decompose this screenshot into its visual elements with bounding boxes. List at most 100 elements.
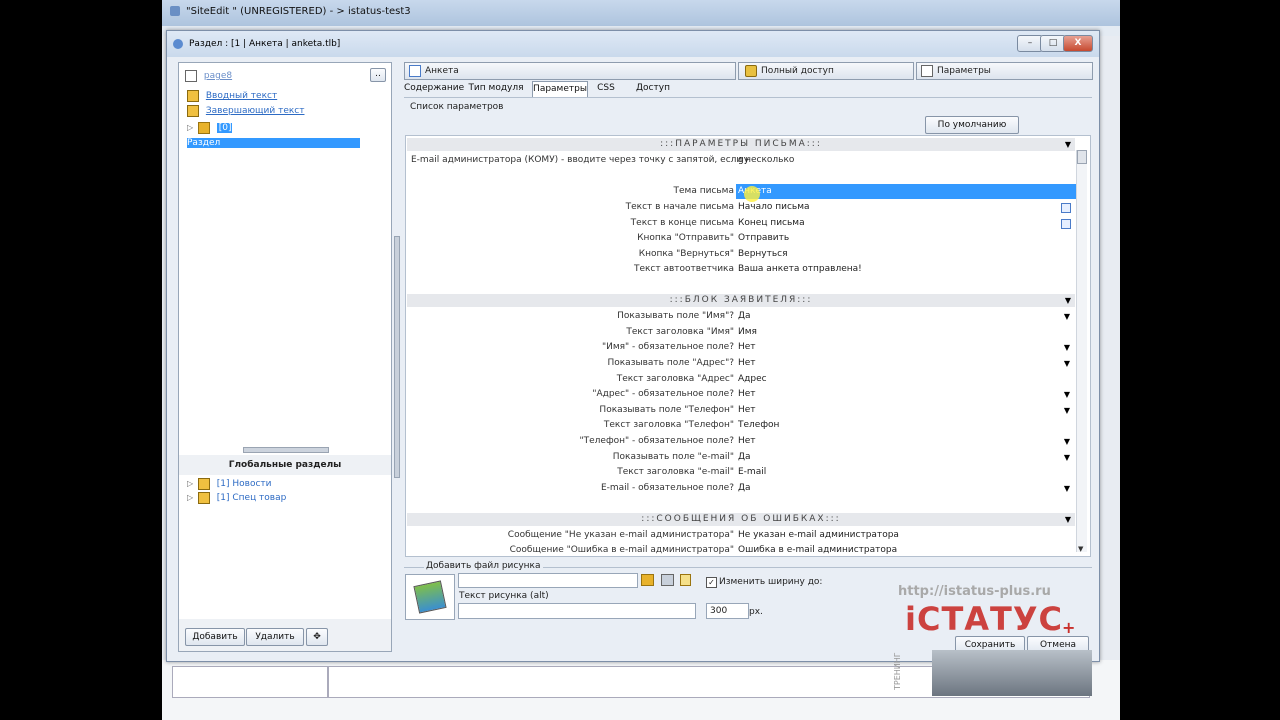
delete-button[interactable]: Удалить bbox=[246, 628, 304, 646]
dropdown-arrow-icon[interactable]: ▼ bbox=[1064, 309, 1070, 324]
param-value[interactable]: Анкета bbox=[736, 184, 1076, 199]
param-value[interactable]: Да bbox=[736, 481, 1076, 496]
tree-item-intro[interactable]: Вводный текст bbox=[187, 89, 277, 104]
param-value[interactable]: Вернуться bbox=[736, 247, 1076, 262]
param-value[interactable]: Конец письма bbox=[736, 216, 1076, 231]
collapse-icon[interactable]: ▼ bbox=[1065, 294, 1071, 307]
add-button[interactable]: Добавить bbox=[185, 628, 245, 646]
param-value[interactable]: E-mail bbox=[736, 465, 1076, 480]
dropdown-arrow-icon[interactable]: ▼ bbox=[1064, 387, 1070, 402]
param-value[interactable]: Нет bbox=[736, 356, 1076, 371]
grid-scrollbar-thumb[interactable] bbox=[1077, 150, 1087, 164]
tab-anketa[interactable]: Анкета bbox=[404, 62, 736, 80]
alt-text-input[interactable] bbox=[458, 603, 696, 619]
param-row[interactable]: Показывать поле "Адрес"? Нет ▼ bbox=[406, 356, 1074, 371]
dropdown-arrow-icon[interactable]: ▼ bbox=[1064, 434, 1070, 449]
param-value[interactable]: Да bbox=[736, 309, 1076, 324]
param-value[interactable]: Имя bbox=[736, 325, 1076, 340]
section-header-applicant[interactable]: :::БЛОК ЗАЯВИТЕЛЯ::: ▼ bbox=[407, 294, 1075, 307]
expand-arrow-icon[interactable]: ▷ bbox=[187, 476, 195, 491]
picture-preview[interactable] bbox=[405, 574, 455, 620]
param-label: "Имя" - обязательное поле? bbox=[601, 342, 734, 352]
param-value[interactable]: Нет bbox=[736, 434, 1076, 449]
param-value[interactable]: Нет bbox=[736, 403, 1076, 418]
param-row-selected[interactable]: Тема письма Анкета bbox=[406, 184, 1076, 199]
resize-checkbox[interactable]: ✓ bbox=[706, 577, 717, 588]
param-row[interactable]: "Имя" - обязательное поле? Нет ▼ bbox=[406, 340, 1074, 355]
default-button[interactable]: По умолчанию bbox=[925, 116, 1019, 134]
collapse-icon[interactable]: ▼ bbox=[1065, 513, 1071, 526]
picture-file-input[interactable] bbox=[458, 573, 638, 588]
global-item-special[interactable]: ▷ [1] Спец товар bbox=[187, 490, 286, 505]
dropdown-arrow-icon[interactable]: ▼ bbox=[1064, 450, 1070, 465]
dropdown-arrow-icon[interactable]: ▼ bbox=[1064, 403, 1070, 418]
param-row[interactable]: Текст заголовка "e-mail" E-mail bbox=[406, 465, 1074, 480]
param-value[interactable]: Нет bbox=[736, 387, 1076, 402]
tab-module-type[interactable]: Тип модуля bbox=[466, 81, 526, 96]
page-link[interactable]: page8 bbox=[204, 71, 232, 81]
image-icon bbox=[413, 580, 447, 614]
param-value[interactable]: Да bbox=[736, 450, 1076, 465]
dropdown-arrow-icon[interactable]: ▼ bbox=[1064, 340, 1070, 355]
tree-item-section[interactable]: ▷ [0] Раздел bbox=[187, 120, 389, 148]
param-row[interactable]: Сообщение "Ошибка в e-mail администратор… bbox=[406, 543, 1076, 556]
edit-text-icon[interactable] bbox=[1061, 219, 1071, 229]
section-header-letter[interactable]: :::ПАРАМЕТРЫ ПИСЬМА::: ▼ bbox=[407, 138, 1075, 151]
expand-arrow-icon[interactable]: ▷ bbox=[187, 490, 195, 505]
close-button[interactable]: X bbox=[1063, 35, 1093, 52]
param-row[interactable]: "Телефон" - обязательное поле? Нет ▼ bbox=[406, 434, 1074, 449]
expand-arrow-icon[interactable]: ▷ bbox=[187, 120, 195, 135]
tab-css[interactable]: CSS bbox=[592, 81, 620, 96]
param-value[interactable]: Начало письма bbox=[736, 200, 1076, 215]
section-header-errors[interactable]: :::СООБЩЕНИЯ ОБ ОШИБКАХ::: ▼ bbox=[407, 513, 1075, 526]
tree-item-label: [0] Раздел bbox=[187, 123, 361, 148]
gallery-icon[interactable] bbox=[661, 574, 674, 586]
param-value[interactable]: Нет bbox=[736, 340, 1076, 355]
grid-scrollbar[interactable] bbox=[1076, 150, 1087, 552]
tab-access[interactable]: Доступ bbox=[630, 81, 676, 96]
edit-text-icon[interactable] bbox=[1061, 203, 1071, 213]
panel-splitter[interactable] bbox=[394, 236, 400, 478]
param-row[interactable]: Текст в конце письма Конец письма bbox=[406, 216, 1074, 231]
scroll-down-icon[interactable]: ▼ bbox=[1078, 545, 1083, 553]
param-row[interactable]: Показывать поле "Имя"? Да ▼ bbox=[406, 309, 1074, 324]
dropdown-arrow-icon[interactable]: ▼ bbox=[1064, 356, 1070, 371]
param-row[interactable]: Кнопка "Отправить" Отправить bbox=[406, 231, 1074, 246]
param-row[interactable]: E-mail - обязательное поле? Да ▼ bbox=[406, 481, 1074, 496]
dropdown-arrow-icon[interactable]: ▼ bbox=[1064, 481, 1070, 496]
param-row[interactable]: Текст заголовка "Адрес" Адрес bbox=[406, 372, 1074, 387]
move-button[interactable]: ✥ bbox=[306, 628, 328, 646]
param-label: Текст автоответчика bbox=[633, 264, 734, 274]
param-row[interactable]: Показывать поле "Телефон" Нет ▼ bbox=[406, 403, 1074, 418]
param-row[interactable]: Текст автоответчика Ваша анкета отправле… bbox=[406, 262, 1074, 277]
param-label: Показывать поле "Телефон" bbox=[599, 405, 734, 415]
tab-parameters[interactable]: Параметры bbox=[916, 62, 1093, 80]
param-row[interactable]: "Адрес" - обязательное поле? Нет ▼ bbox=[406, 387, 1074, 402]
param-value[interactable]: Отправить bbox=[736, 231, 1076, 246]
clear-icon[interactable] bbox=[680, 574, 691, 586]
param-row[interactable]: Кнопка "Вернуться" Вернуться bbox=[406, 247, 1074, 262]
open-folder-icon[interactable] bbox=[641, 574, 654, 586]
param-value[interactable]: Адрес bbox=[736, 372, 1076, 387]
param-row[interactable]: Сообщение "Не указан e-mail администрато… bbox=[406, 528, 1074, 543]
tab-full-access[interactable]: Полный доступ bbox=[738, 62, 914, 80]
param-row[interactable]: Текст заголовка "Имя" Имя bbox=[406, 325, 1074, 340]
tree-item-final[interactable]: Завершающий текст bbox=[187, 104, 304, 119]
param-row[interactable]: Показывать поле "e-mail" Да ▼ bbox=[406, 450, 1074, 465]
param-value[interactable]: gy bbox=[736, 153, 1076, 168]
param-row[interactable]: Текст заголовка "Телефон" Телефон bbox=[406, 418, 1074, 433]
browse-button[interactable]: .. bbox=[370, 68, 386, 82]
param-value[interactable]: Ошибка в e-mail администратора bbox=[736, 543, 1076, 556]
watermark-url: http://istatus-plus.ru bbox=[898, 584, 1051, 599]
global-item-news[interactable]: ▷ [1] Новости bbox=[187, 476, 271, 491]
collapse-icon[interactable]: ▼ bbox=[1065, 138, 1071, 151]
tab-content[interactable]: Содержание bbox=[404, 81, 464, 96]
splitter-handle[interactable] bbox=[243, 447, 329, 453]
param-value[interactable]: Телефон bbox=[736, 418, 1076, 433]
param-row[interactable]: Текст в начале письма Начало письма bbox=[406, 200, 1074, 215]
param-value[interactable]: Не указан e-mail администратора bbox=[736, 528, 1076, 543]
width-input[interactable]: 300 bbox=[706, 603, 749, 619]
param-value[interactable]: Ваша анкета отправлена! bbox=[736, 262, 1076, 277]
param-row[interactable]: E-mail администратора (КОМУ) - вводите ч… bbox=[406, 153, 1074, 168]
tab-params[interactable]: Параметры bbox=[532, 81, 588, 98]
